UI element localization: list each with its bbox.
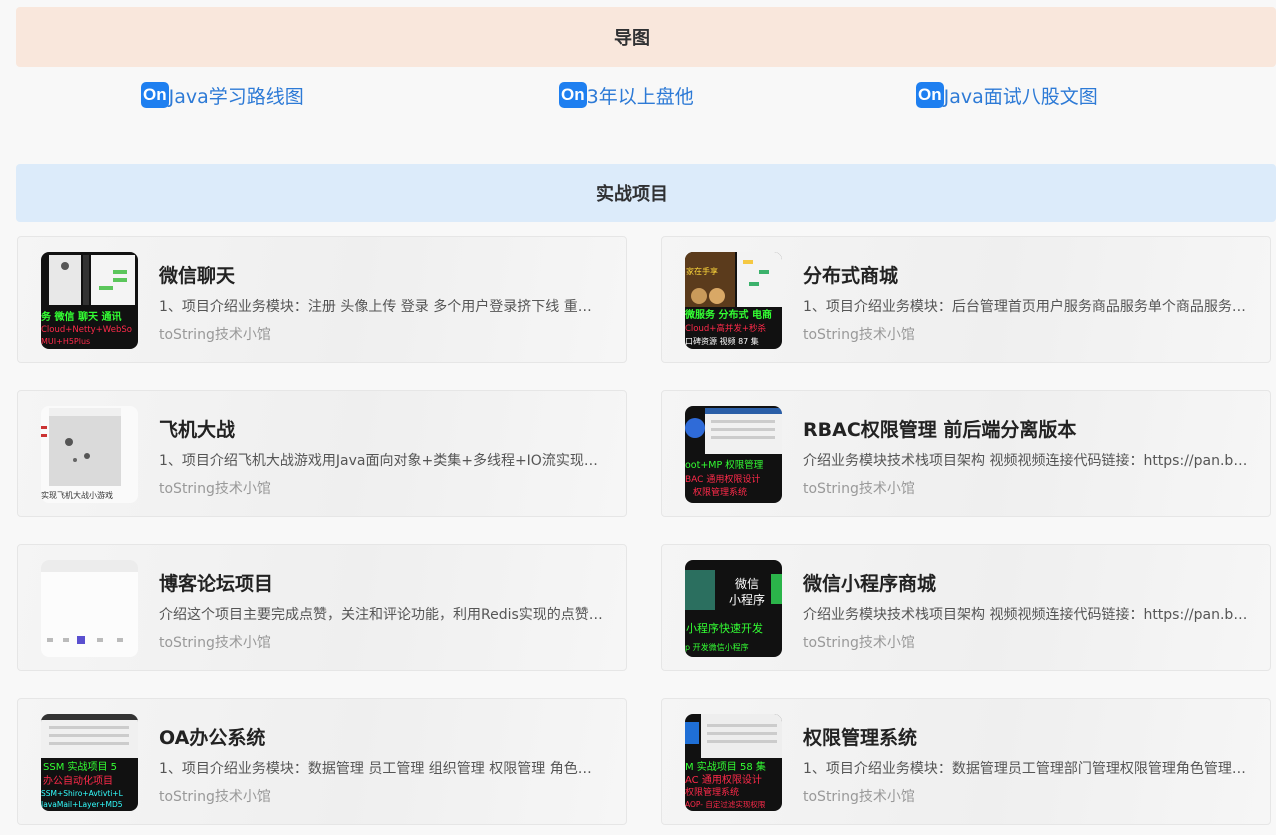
project-thumbnail: 微信 小程序 小程序快速开发 p 开发微信小程序: [685, 560, 782, 657]
project-card-plane-war[interactable]: 实现飞机大战小游戏 飞机大战 1、项目介绍飞机大战游戏用Java面向对象+类集+…: [17, 390, 627, 517]
project-thumbnail: 务 微信 聊天 通讯 Cloud+Netty+WebSo MUI+H5Plus: [41, 252, 138, 349]
project-thumbnail: M 实战项目 58 集 AC 通用权限设计 权限管理系统 AOP- 自定过滤实现…: [685, 714, 782, 811]
projects-section-title: 实战项目: [596, 184, 668, 205]
thumb-caption: SSM+Shiro+Avtivti+L: [41, 789, 124, 798]
project-description: 1、项目介绍业务模块：注册 头像上传 登录 多个用户登录挤下线 重复登录 发送文…: [159, 299, 605, 315]
thumb-caption: M 实战项目 58 集: [685, 760, 766, 773]
thumb-caption: SSM 实战项目 5: [43, 760, 117, 773]
thumb-caption: 小程序: [729, 592, 765, 607]
project-title: 权限管理系统: [803, 727, 918, 749]
thumb-caption: 微服务 分布式 电商: [685, 308, 772, 321]
on-badge-icon: On: [559, 82, 587, 108]
mindmap-section-header: 导图: [16, 7, 1276, 67]
thumb-caption: AC 通用权限设计: [685, 773, 762, 786]
mindmap-link-label: Java学习路线图: [168, 85, 304, 108]
thumb-caption: oot+MP 权限管理: [685, 459, 764, 471]
project-author: toString技术小馆: [159, 635, 271, 651]
project-card-mini-program-mall[interactable]: 微信 小程序 小程序快速开发 p 开发微信小程序 微信小程序商城 介绍业务模块技…: [661, 544, 1271, 671]
project-title: 飞机大战: [159, 419, 236, 441]
thumb-caption: JavaMail+Layer+MD5: [41, 800, 123, 809]
mindmap-section-title: 导图: [614, 28, 650, 49]
project-author: toString技术小馆: [803, 481, 915, 497]
thumb-caption: p 开发微信小程序: [685, 642, 749, 652]
thumb-caption: 权限管理系统: [693, 486, 747, 498]
project-title: 微信聊天: [159, 265, 236, 287]
project-card-rbac[interactable]: oot+MP 权限管理 BAC 通用权限设计 权限管理系统 RBAC权限管理 前…: [661, 390, 1271, 517]
mindmap-link-interview[interactable]: On Java面试八股文图: [916, 82, 1098, 108]
on-badge-icon: On: [141, 82, 169, 108]
mindmap-link-java-roadmap[interactable]: On Java学习路线图: [141, 82, 304, 108]
project-thumbnail: SSM 实战项目 5 办公自动化项目 SSM+Shiro+Avtivti+L J…: [41, 714, 138, 811]
project-author: toString技术小馆: [159, 789, 271, 805]
thumb-caption: 实现飞机大战小游戏: [41, 490, 113, 500]
project-title: 分布式商城: [803, 265, 899, 287]
project-description: 1、项目介绍业务模块：后台管理首页用户服务商品服务单个商品服务分类服务品牌服务搜…: [803, 299, 1249, 315]
thumb-caption: 务 微信 聊天 通讯: [41, 310, 121, 323]
project-thumbnail: 家在手享 微服务 分布式 电商 Cloud+高并发+秒杀 口碑资源 视频 87 …: [685, 252, 782, 349]
project-thumbnail: [41, 560, 138, 657]
project-description: 介绍业务模块技术栈项目架构 视频视频连接代码链接：https://pan.bai…: [803, 453, 1249, 469]
project-thumbnail: 实现飞机大战小游戏: [41, 406, 138, 503]
project-title: RBAC权限管理 前后端分离版本: [803, 419, 1077, 441]
project-description: 1、项目介绍飞机大战游戏用Java面向对象+类集+多线程+IO流实现的小游戏..…: [159, 453, 605, 469]
project-card-blog-forum[interactable]: 博客论坛项目 介绍这个项目主要完成点赞，关注和评论功能，利用Redis实现的点赞…: [17, 544, 627, 671]
project-description: 1、项目介绍业务模块：数据管理 员工管理 组织管理 权限管理 角色管理 审批流程…: [159, 761, 605, 777]
project-author: toString技术小馆: [803, 789, 915, 805]
thumb-caption: AOP- 自定过滤实现权限: [685, 799, 766, 809]
thumb-caption: 办公自动化项目: [43, 774, 113, 787]
thumb-caption: MUI+H5Plus: [41, 337, 90, 346]
projects-section-header: 实战项目: [16, 164, 1276, 222]
thumb-caption: Cloud+Netty+WebSo: [41, 325, 132, 335]
project-author: toString技术小馆: [803, 635, 915, 651]
project-description: 介绍业务模块技术栈项目架构 视频视频连接代码链接：https://pan.bai…: [803, 607, 1249, 623]
thumb-caption: 口碑资源 视频 87 集: [685, 336, 759, 346]
thumb-caption: 小程序快速开发: [686, 621, 763, 635]
on-badge-icon: On: [916, 82, 944, 108]
project-card-permission-system[interactable]: M 实战项目 58 集 AC 通用权限设计 权限管理系统 AOP- 自定过滤实现…: [661, 698, 1271, 825]
mindmap-link-label: Java面试八股文图: [943, 85, 1098, 108]
project-author: toString技术小馆: [159, 481, 271, 497]
project-card-wechat-chat[interactable]: 务 微信 聊天 通讯 Cloud+Netty+WebSo MUI+H5Plus …: [17, 236, 627, 363]
project-title: 微信小程序商城: [803, 573, 937, 595]
project-thumbnail: oot+MP 权限管理 BAC 通用权限设计 权限管理系统: [685, 406, 782, 503]
thumb-caption: Cloud+高并发+秒杀: [685, 323, 767, 334]
mindmap-link-label: 3年以上盘他: [586, 85, 694, 108]
project-author: toString技术小馆: [803, 327, 915, 343]
thumb-caption: 家在手享: [686, 266, 718, 276]
project-title: 博客论坛项目: [159, 573, 274, 595]
project-card-distributed-mall[interactable]: 家在手享 微服务 分布式 电商 Cloud+高并发+秒杀 口碑资源 视频 87 …: [661, 236, 1271, 363]
project-description: 1、项目介绍业务模块：数据管理员工管理部门管理权限管理角色管理菜单管理日志管理.…: [803, 761, 1249, 777]
thumb-caption: BAC 通用权限设计: [685, 473, 760, 485]
project-description: 介绍这个项目主要完成点赞，关注和评论功能，利用Redis实现的点赞关注功能...: [159, 607, 605, 623]
project-card-oa-system[interactable]: SSM 实战项目 5 办公自动化项目 SSM+Shiro+Avtivti+L J…: [17, 698, 627, 825]
thumb-caption: 权限管理系统: [685, 786, 739, 798]
project-title: OA办公系统: [159, 727, 266, 749]
project-author: toString技术小馆: [159, 327, 271, 343]
mindmap-link-3-years[interactable]: On 3年以上盘他: [559, 82, 694, 108]
thumb-caption: 微信: [735, 577, 759, 591]
